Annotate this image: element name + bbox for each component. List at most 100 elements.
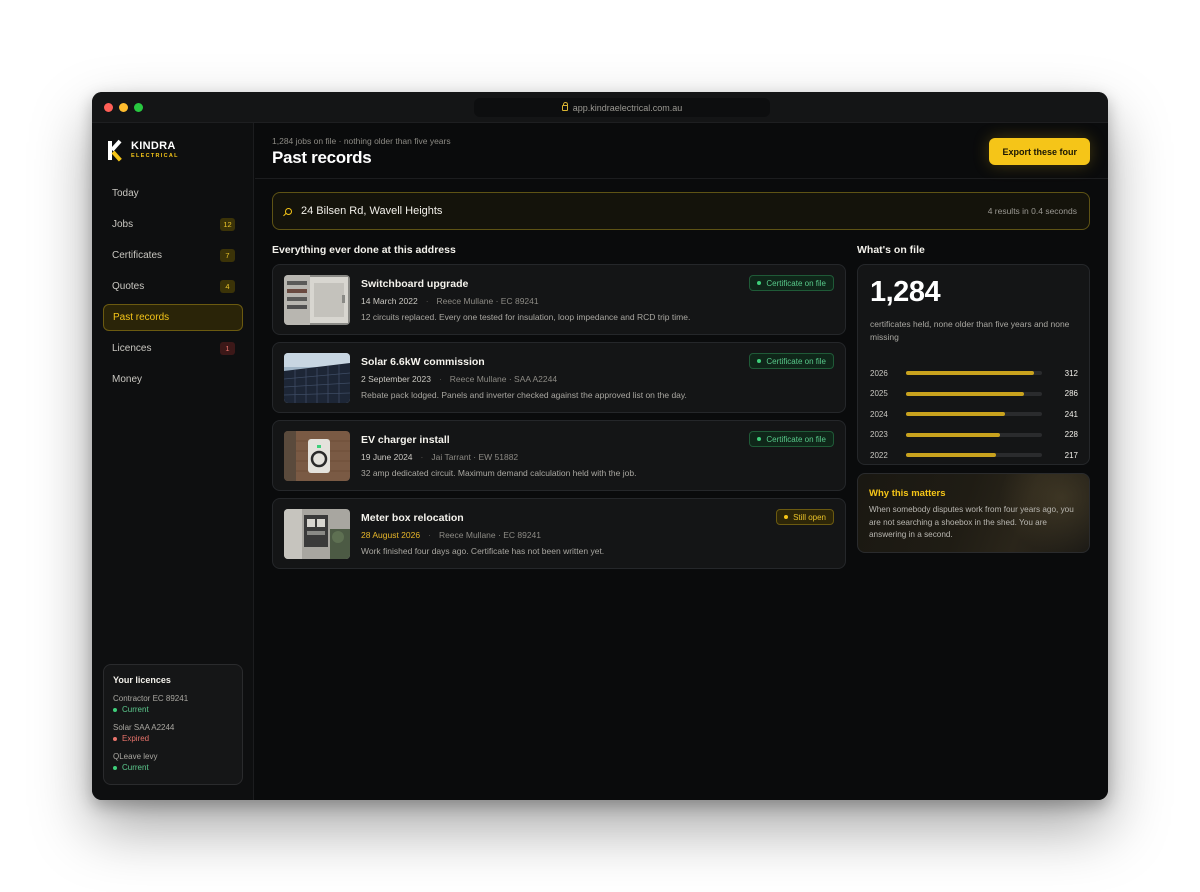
licence-name: Contractor EC 89241 [113, 694, 189, 703]
sidebar-item-today[interactable]: Today [103, 180, 243, 207]
licences-card[interactable]: Your licences Contractor EC 89241 Curren… [103, 664, 243, 785]
meter-box-photo [284, 509, 350, 559]
status-badge-label: Certificate on file [766, 356, 826, 366]
year-value: 312 [1064, 368, 1078, 378]
year-bar-track [906, 371, 1042, 376]
record-date: 28 August 2026 [361, 530, 421, 540]
record-technician: Reece Mullane · EC 89241 [436, 296, 539, 306]
status-dot-icon [784, 515, 789, 519]
record-card[interactable]: EV charger install 19 June 2024 · Jai Ta… [272, 420, 846, 491]
status-dot-icon [113, 736, 117, 741]
licence-item: Contractor EC 89241 Current [113, 693, 233, 715]
export-button[interactable]: Export these four [989, 138, 1090, 165]
brand-name: KINDRA [131, 140, 176, 152]
licence-name: Solar SAA A2244 [113, 723, 175, 732]
status-dot-icon [757, 359, 762, 363]
licence-status-label: Current [122, 705, 149, 714]
record-date: 2 September 2023 [361, 374, 431, 384]
licence-status-label: Current [122, 763, 149, 772]
sidebar-item-money[interactable]: Money [103, 366, 243, 393]
year-value: 241 [1064, 409, 1078, 419]
year-row: 2023 228 [870, 425, 1078, 446]
year-row: 2026 312 [870, 363, 1078, 384]
licence-item: Solar SAA A2244 Expired [113, 722, 233, 744]
record-technician: Jai Tarrant · EW 51882 [431, 452, 519, 462]
record-title: EV charger install [361, 434, 450, 446]
sidebar-item-certificates[interactable]: Certificates 7 [103, 242, 243, 269]
status-dot-icon [113, 707, 117, 712]
stats-section-title: What's on file [857, 244, 925, 256]
record-meta: 14 March 2022 · Reece Mullane · EC 89241 [361, 296, 539, 306]
solar-panel-photo [284, 353, 350, 403]
record-meta: 19 June 2024 · Jai Tarrant · EW 51882 [361, 452, 518, 462]
record-card[interactable]: Solar 6.6kW commission 2 September 2023 … [272, 342, 846, 413]
record-technician: Reece Mullane · SAA A2244 [449, 374, 558, 384]
year-bar-track [906, 432, 1042, 437]
year-bar-track [906, 412, 1042, 417]
page-title: Past records [272, 148, 372, 167]
year-breakdown: 2026 312 2025 286 2024 241 2023 228 2022… [870, 363, 1078, 466]
sidebar-nav: Today Jobs 12 Certificates 7 Quotes 4 Pa… [103, 180, 243, 397]
licence-name: QLeave levy [113, 752, 158, 761]
sidebar-item-jobs[interactable]: Jobs 12 [103, 211, 243, 238]
sidebar-item-quotes[interactable]: Quotes 4 [103, 273, 243, 300]
record-card[interactable]: Switchboard upgrade 14 March 2022 · Reec… [272, 264, 846, 335]
kindra-logo-icon [108, 139, 123, 162]
record-technician: Reece Mullane · EC 89241 [438, 530, 541, 540]
record-meta: 2 September 2023 · Reece Mullane · SAA A… [361, 374, 557, 384]
sidebar-item-label: Money [112, 374, 143, 385]
year-bar-fill [906, 453, 996, 458]
maximize-window-button[interactable] [134, 103, 143, 112]
licence-status: Current [113, 704, 233, 715]
sidebar: KINDRA ELECTRICAL Today Jobs 12 Certific… [92, 123, 254, 800]
licences-title: Your licences [113, 675, 171, 685]
status-dot-icon [757, 281, 762, 285]
certificate-count-description: certificates held, none older than five … [870, 319, 1070, 342]
page-header: 1,284 jobs on file · nothing older than … [255, 123, 1108, 179]
separator-dot: · [438, 374, 442, 384]
status-dot-icon [113, 765, 117, 770]
year-row: 2024 241 [870, 404, 1078, 425]
ev-charger-photo [284, 431, 350, 481]
switchboard-photo [284, 275, 350, 325]
separator-dot: · [425, 296, 429, 306]
record-date: 19 June 2024 [361, 452, 413, 462]
year-bar-fill [906, 371, 1034, 376]
count-badge: 4 [220, 280, 235, 293]
address-bar[interactable]: app.kindraelectrical.com.au [474, 98, 770, 117]
record-card[interactable]: Meter box relocation 28 August 2026 · Re… [272, 498, 846, 569]
sidebar-item-licences[interactable]: Licences 1 [103, 335, 243, 362]
status-badge: Certificate on file [749, 353, 834, 369]
search-result-meta: 4 results in 0.4 seconds [987, 206, 1077, 216]
sidebar-item-past-records[interactable]: Past records [103, 304, 243, 331]
sidebar-item-label: Today [112, 188, 139, 199]
record-title: Meter box relocation [361, 512, 464, 524]
year-value: 217 [1064, 450, 1078, 460]
year-bar-fill [906, 412, 1006, 417]
records-section-title: Everything ever done at this address [272, 244, 456, 256]
search-icon [285, 207, 292, 215]
stats-card: 1,284 certificates held, none older than… [857, 264, 1090, 465]
address-search[interactable]: 24 Bilsen Rd, Wavell Heights 4 results i… [272, 192, 1090, 230]
year-bar-fill [906, 432, 1000, 437]
browser-window: app.kindraelectrical.com.au KINDRA ELECT… [92, 92, 1108, 800]
why-this-matters-card: Why this matters When somebody disputes … [857, 473, 1090, 553]
record-date: 14 March 2022 [361, 296, 418, 306]
separator-dot: · [420, 452, 424, 462]
minimize-window-button[interactable] [119, 103, 128, 112]
licence-status: Expired [113, 733, 233, 744]
sidebar-item-label: Past records [113, 312, 170, 323]
sidebar-item-label: Quotes [112, 281, 145, 292]
page-subtitle: 1,284 jobs on file · nothing older than … [272, 136, 451, 146]
count-badge: 12 [220, 218, 235, 231]
status-badge: Still open [776, 509, 834, 525]
sidebar-item-label: Jobs [112, 219, 134, 230]
year-row: 2022 217 [870, 445, 1078, 466]
close-window-button[interactable] [104, 103, 113, 112]
alert-badge: 1 [220, 342, 235, 355]
search-input[interactable]: 24 Bilsen Rd, Wavell Heights [301, 205, 988, 217]
brand-logo[interactable]: KINDRA ELECTRICAL [108, 139, 179, 162]
brand-sub: ELECTRICAL [131, 153, 179, 159]
status-badge-label: Certificate on file [766, 434, 826, 444]
separator-dot: · [428, 530, 431, 540]
